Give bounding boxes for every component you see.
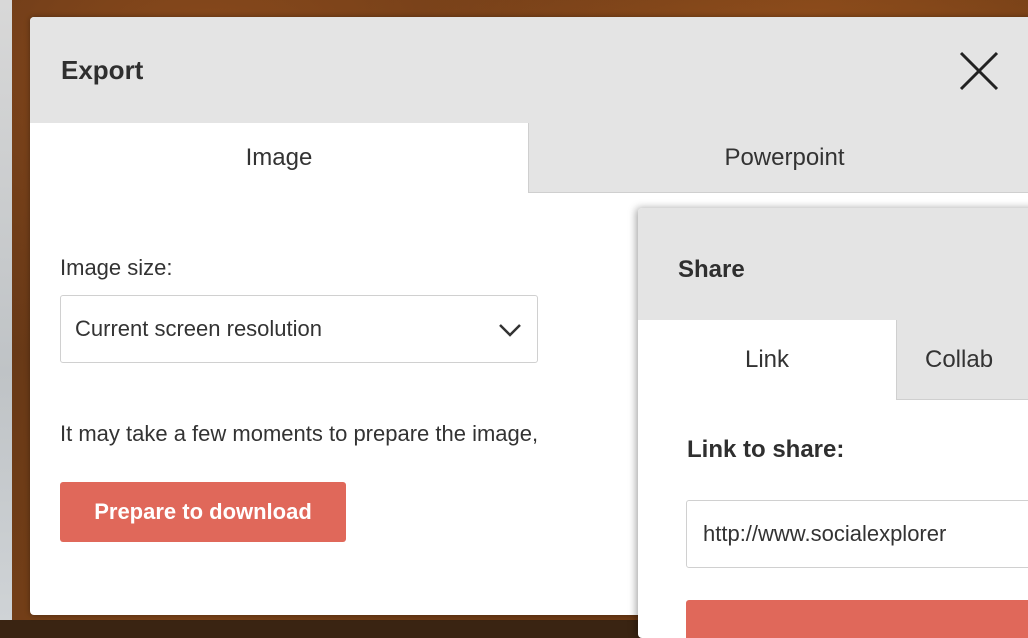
share-dialog-title: Share xyxy=(678,256,745,283)
close-icon[interactable] xyxy=(955,47,1003,95)
image-size-value: Current screen resolution xyxy=(75,316,323,341)
prepare-note: It may take a few moments to prepare the… xyxy=(60,421,539,446)
share-dialog: Share Link Collab Link to share: xyxy=(638,208,1028,638)
share-action-button[interactable] xyxy=(686,600,1028,638)
prepare-download-button[interactable]: Prepare to download xyxy=(60,482,346,542)
image-size-label: Image size: xyxy=(60,255,173,280)
side-panel-edge xyxy=(0,0,12,620)
export-tabs: Image Powerpoint xyxy=(30,123,1028,193)
tab-link[interactable]: Link xyxy=(638,320,896,400)
tab-image[interactable]: Image xyxy=(30,123,528,193)
export-dialog-header: Export xyxy=(30,17,1028,124)
link-to-share-label: Link to share: xyxy=(687,436,845,463)
tab-collaborate[interactable]: Collab xyxy=(896,320,1028,400)
image-size-select[interactable]: Current screen resolution xyxy=(60,295,538,363)
export-dialog-title: Export xyxy=(61,55,144,85)
share-dialog-header: Share xyxy=(638,208,1028,321)
tab-powerpoint[interactable]: Powerpoint xyxy=(528,123,1028,193)
chevron-down-icon xyxy=(497,318,523,342)
share-link-input[interactable] xyxy=(686,500,1028,568)
